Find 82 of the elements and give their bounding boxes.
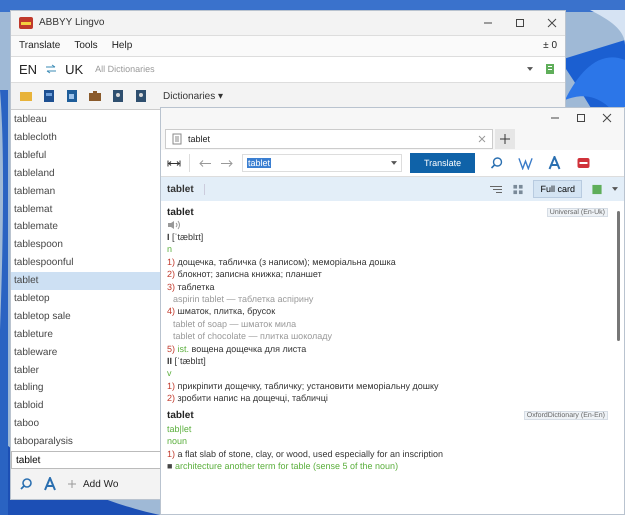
example-line: tablet of chocolate — плитка шоколаду [172, 330, 334, 343]
card-tab[interactable]: tablet [165, 129, 493, 149]
transcription-line: II [ˈtæblɪt] [167, 355, 207, 368]
app-icon [19, 16, 33, 29]
translate-button[interactable]: Translate [410, 153, 476, 173]
target-language[interactable]: UK [65, 62, 84, 77]
sense-line: 2) зробити напис на дощечці, табличці [167, 392, 329, 405]
word-list-item[interactable]: tablemate [11, 218, 161, 236]
word-list-item[interactable]: tabler [11, 362, 161, 380]
caret-icon[interactable] [391, 161, 397, 165]
word-list-item[interactable]: tablemat [11, 200, 161, 218]
word-list-item[interactable]: tableman [11, 182, 161, 201]
word-list-item[interactable]: tablet [11, 272, 161, 290]
source-language[interactable]: EN [19, 62, 38, 77]
letter-icon[interactable] [43, 477, 57, 491]
entry-headword: tablet [167, 206, 194, 218]
part-of-speech: n [167, 243, 174, 256]
part-of-speech: v [167, 367, 172, 380]
document-icon [172, 133, 182, 145]
grid-icon[interactable] [511, 184, 526, 194]
word-list-item[interactable]: tablespoon [11, 236, 161, 254]
word-list-item[interactable]: tableware [11, 344, 161, 362]
word-list-item[interactable]: taboparalysis [11, 433, 161, 451]
window-title: ABBYY Lingvo [39, 17, 104, 28]
scrollbar-thumb[interactable] [617, 211, 620, 341]
collapse-icon[interactable] [167, 158, 181, 168]
word-list-item[interactable]: tableful [11, 146, 161, 165]
swap-icon[interactable] [45, 64, 58, 74]
headword-tab[interactable]: tablet [167, 184, 205, 194]
menu-item[interactable]: Help [112, 40, 132, 52]
part-of-speech: noun [167, 435, 188, 448]
transcription-line: I [ˈtæblɪt] [167, 231, 204, 244]
counter-label: ± 0 [543, 40, 557, 52]
sense-line: 5) ist. вощена дощечка для листа [167, 342, 308, 356]
filter-icon[interactable] [489, 184, 504, 194]
person-icon[interactable] [111, 89, 125, 104]
search-icon[interactable] [19, 477, 33, 491]
word-list-item[interactable]: tablespoonful [11, 254, 161, 272]
word-list-item[interactable]: tabloid [11, 397, 161, 416]
note-line: ■ architecture another term for table (sense 5 of the noun) [167, 460, 400, 472]
word-list-item[interactable]: tableland [11, 164, 161, 183]
maximize-icon[interactable] [515, 18, 525, 28]
word-list-item[interactable]: tabletop sale [11, 308, 161, 326]
search-field[interactable]: tablet [11, 451, 161, 469]
word-list-item[interactable]: tabletop [11, 290, 161, 308]
example-line: aspirin tablet — таблетка аспірину [172, 293, 314, 306]
word-list-item[interactable]: tableau [11, 111, 161, 129]
word-list-item[interactable]: taboo [11, 415, 161, 434]
back-arrow-icon[interactable] [198, 158, 212, 168]
add-word-button[interactable]: Add Wo [67, 478, 118, 490]
plus-icon [67, 479, 77, 489]
query-field[interactable]: tablet [242, 154, 402, 172]
sense-line: 2) блокнот; записна книжка; планшет [167, 268, 323, 281]
letter-icon[interactable] [547, 156, 562, 170]
close-icon[interactable] [547, 18, 557, 28]
dictionaries-menu[interactable]: Dictionaries ▾ [163, 90, 224, 102]
app-icon[interactable] [576, 156, 592, 170]
menu-item[interactable]: Tools [74, 40, 98, 52]
full-card-button[interactable]: Full card [533, 180, 582, 198]
sense-line: 4) шматок, плитка, брусок [167, 305, 276, 318]
maximize-icon[interactable] [576, 113, 586, 123]
caret-icon[interactable] [612, 187, 618, 191]
sense-line: 1) a flat slab of stone, clay, or wood, used especially for an inscription [167, 448, 444, 460]
example-line: tablet of soap — шматок мила [172, 318, 298, 330]
sense-line: 1) прикріпити дощечку, табличку; установити меморіальну дошку [167, 380, 440, 392]
speaker-icon[interactable] [167, 220, 181, 230]
search-icon[interactable] [489, 156, 504, 170]
caret-icon[interactable] [527, 67, 533, 72]
sense-line: 1) дощечка, табличка (з написом); меморіальна дошка [167, 256, 397, 268]
sense-line: 3) таблетка [167, 280, 216, 294]
forward-arrow-icon[interactable] [220, 158, 234, 168]
word-list-item[interactable]: tabling [11, 379, 161, 398]
word-list-item[interactable]: tablecloth [11, 128, 161, 147]
new-tab-icon[interactable] [495, 129, 515, 149]
word-list-item[interactable]: tableture [11, 326, 161, 344]
close-icon[interactable] [602, 113, 612, 123]
person-icon[interactable] [134, 89, 148, 104]
menu-item[interactable]: Translate [19, 40, 60, 52]
wikipedia-icon[interactable] [518, 156, 534, 170]
entry-headword: tablet [167, 410, 194, 422]
syllables: tab|let [167, 422, 192, 436]
briefcase-icon[interactable] [88, 89, 102, 104]
